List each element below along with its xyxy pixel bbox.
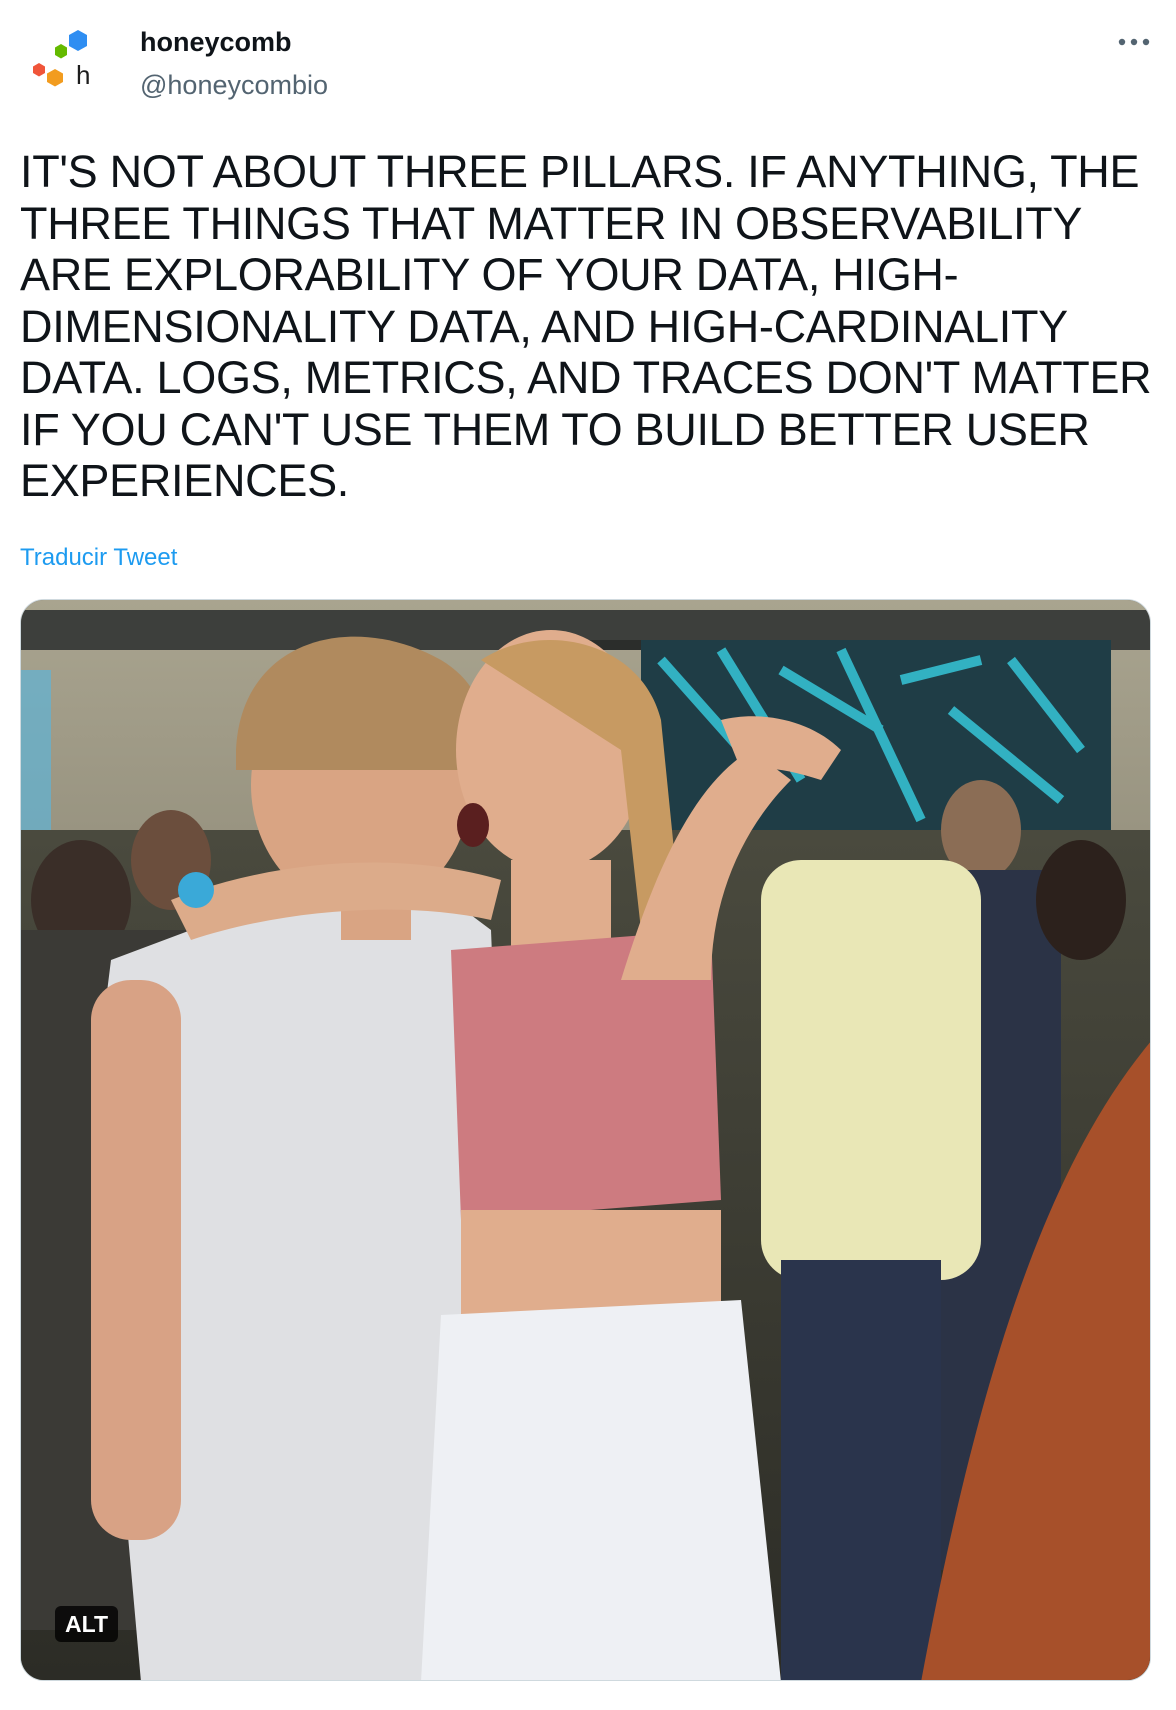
honeycomb-logo-icon: h [33, 30, 90, 90]
author-avatar[interactable]: h [28, 30, 102, 104]
more-horizontal-icon [1118, 38, 1150, 46]
tweet-card: h honeycomb @honeycombio IT'S NOT ABOUT … [0, 0, 1176, 1710]
more-options-button[interactable] [1106, 22, 1162, 62]
alt-text-badge[interactable]: ALT [55, 1606, 119, 1642]
author-info: honeycomb @honeycombio [140, 22, 328, 104]
translate-tweet-link[interactable]: Traducir Tweet [20, 540, 177, 576]
tweet-photo[interactable]: ALT [20, 599, 1151, 1681]
svg-text:h: h [76, 60, 90, 90]
author-handle[interactable]: @honeycombio [140, 66, 328, 104]
meme-photo-image [21, 600, 1150, 1680]
tweet-text: IT'S NOT ABOUT THREE PILLARS. IF ANYTHIN… [20, 146, 1152, 506]
author-display-name[interactable]: honeycomb [140, 22, 328, 62]
